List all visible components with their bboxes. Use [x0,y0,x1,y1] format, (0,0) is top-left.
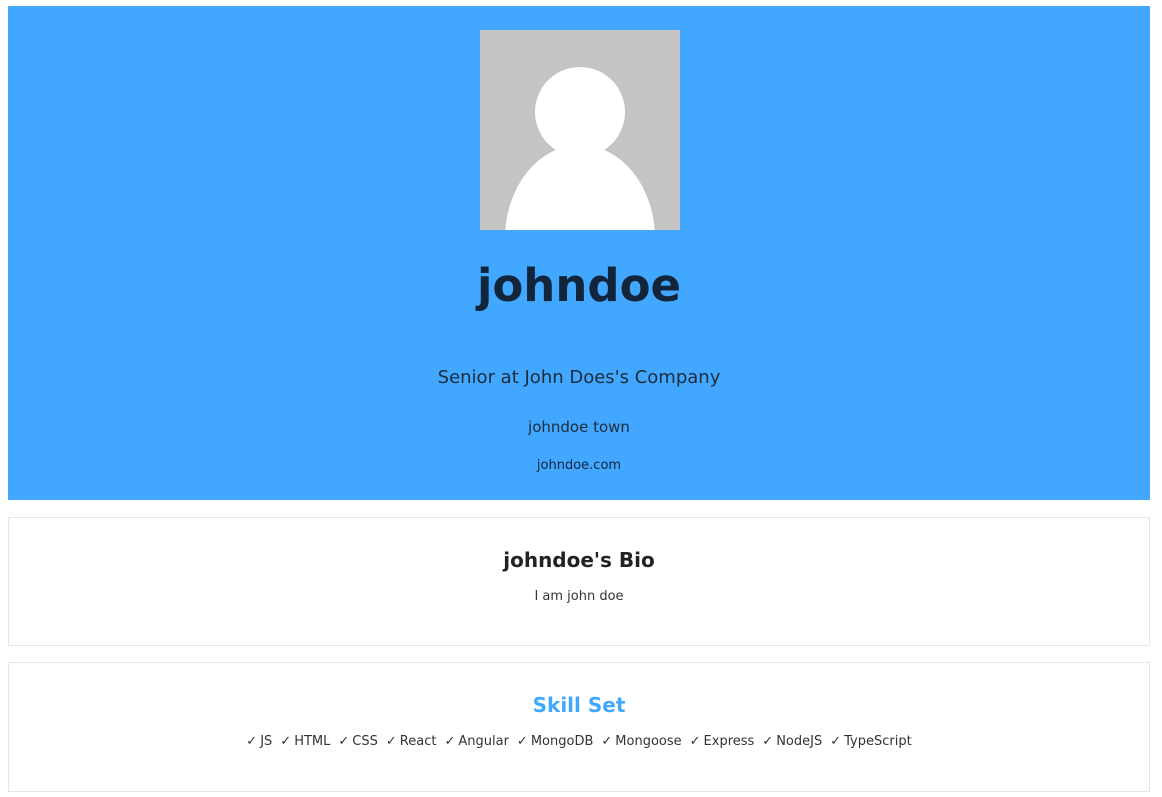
profile-status: Senior at John Does's Company [437,367,721,388]
skill-label: MongoDB [530,734,594,749]
skill-item: ✓ HTML [280,732,330,752]
skills-title: Skill Set [532,693,626,717]
avatar-head-shape [535,67,625,157]
skill-label: NodeJS [776,734,823,749]
check-icon: ✓ [246,734,258,749]
skill-item: ✓ Angular [444,732,508,752]
profile-page: johndoe Senior at John Does's Company jo… [0,0,1162,797]
skill-label: CSS [352,734,378,749]
check-icon: ✓ [762,734,774,749]
check-icon: ✓ [601,734,613,749]
avatar [480,30,680,230]
bio-text: I am john doe [534,589,624,604]
skill-item: ✓ MongoDB [517,732,593,752]
skill-label: JS [260,734,273,749]
check-icon: ✓ [516,734,528,749]
check-icon: ✓ [280,734,292,749]
skill-item: ✓ Mongoose [601,732,681,752]
skill-item: ✓ Express [690,732,755,752]
skill-label: Angular [458,734,509,749]
skill-label: Mongoose [615,734,682,749]
skill-label: Express [703,734,755,749]
skill-item: ✓ React [386,732,437,752]
skills-list: ✓ JS ✓ HTML ✓ CSS ✓ React ✓ Angular ✓ MongoDB ✓ Mongo… [9,732,1149,752]
check-icon: ✓ [444,734,456,749]
skill-item: ✓ NodeJS [762,732,822,752]
avatar-body-shape [505,145,655,230]
skill-item: ✓ CSS [338,732,378,752]
skills-card: Skill Set ✓ JS ✓ HTML ✓ CSS ✓ React ✓ Angular ✓ Mon… [8,662,1150,792]
profile-location: johndoe town [528,418,630,436]
bio-card: johndoe's Bio I am john doe [8,517,1150,646]
skill-label: React [399,734,437,749]
skill-label: HTML [294,734,331,749]
check-icon: ✓ [338,734,350,749]
check-icon: ✓ [385,734,397,749]
check-icon: ✓ [689,734,701,749]
check-icon: ✓ [830,734,842,749]
skill-item: ✓ JS [246,732,272,752]
bio-title: johndoe's Bio [503,548,655,572]
skill-label: TypeScript [844,734,912,749]
profile-username: johndoe [476,259,682,312]
skill-item: ✓ TypeScript [830,732,911,752]
profile-header: johndoe Senior at John Does's Company jo… [8,6,1150,500]
profile-website-link[interactable]: johndoe.com [8,456,1150,476]
